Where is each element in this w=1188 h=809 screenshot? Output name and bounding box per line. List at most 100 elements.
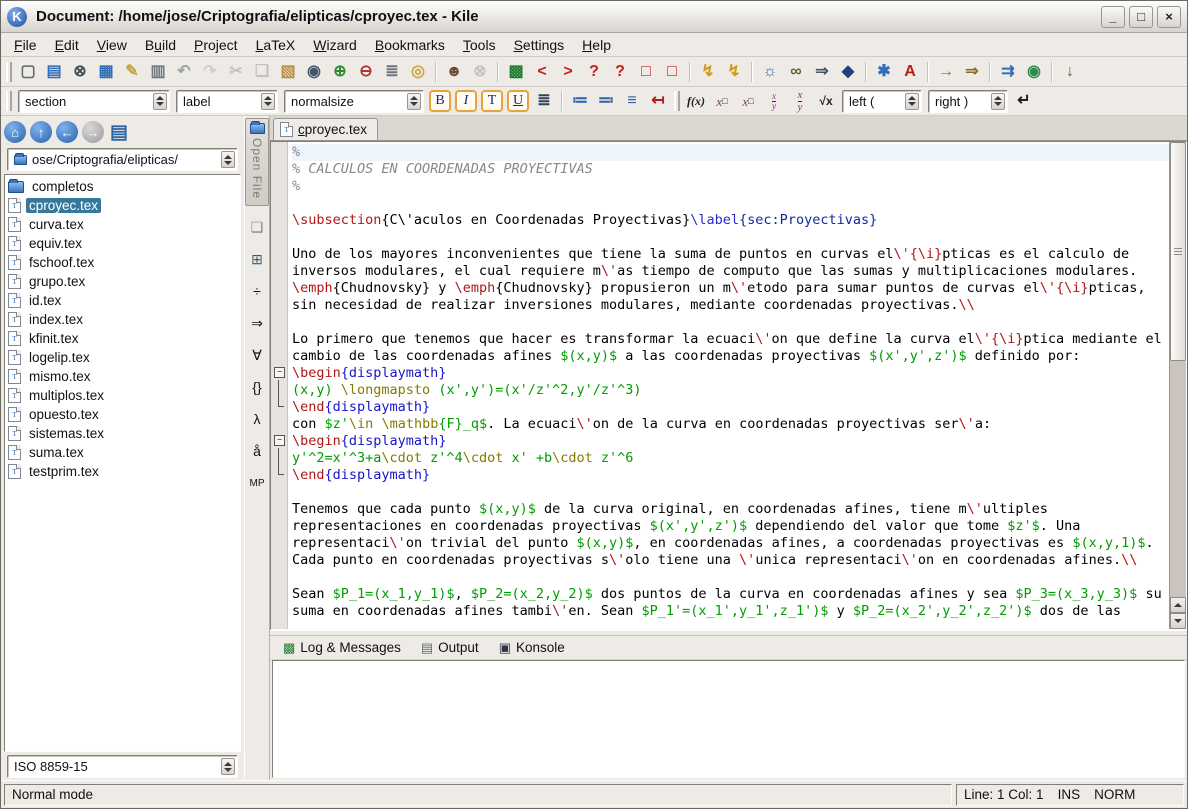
itemize-button[interactable]: ≔: [567, 89, 593, 113]
quickbuild-button[interactable]: ↯: [695, 60, 721, 84]
latex-compile-button[interactable]: ☼: [757, 60, 783, 84]
fold-margin[interactable]: [271, 142, 288, 629]
open-folder-button[interactable]: ▤: [108, 121, 130, 143]
next-warning-button[interactable]: ?: [607, 60, 633, 84]
tab-math-operators[interactable]: ÷: [246, 280, 268, 302]
view-dvi-button[interactable]: ∞: [783, 60, 809, 84]
scrollbar-thumb[interactable]: [1170, 142, 1186, 361]
forward-search-button[interactable]: ↓: [1057, 60, 1083, 84]
ps-to-pdf-button[interactable]: ⇒: [959, 60, 985, 84]
up-button[interactable]: ↑: [30, 121, 52, 143]
build-and-view-button[interactable]: ↯: [721, 60, 747, 84]
kghostview-button[interactable]: ◆: [835, 60, 861, 84]
fold-marker[interactable]: [271, 363, 287, 380]
tab-files-projects[interactable]: ❏: [246, 216, 268, 238]
previous-badbox-button[interactable]: □: [633, 60, 659, 84]
menu-build[interactable]: Build: [136, 35, 185, 55]
file-item-testprim-tex[interactable]: Ttestprim.tex: [6, 462, 239, 481]
maximize-button[interactable]: □: [1129, 6, 1153, 28]
file-item-cproyec-tex[interactable]: Tcproyec.tex: [6, 196, 239, 215]
menu-edit[interactable]: Edit: [46, 35, 88, 55]
combo-arrows-icon[interactable]: [221, 758, 235, 775]
file-item-equiv-tex[interactable]: Tequiv.tex: [6, 234, 239, 253]
center-text-button[interactable]: ≣: [531, 89, 557, 113]
list-item-button[interactable]: ↤: [645, 89, 671, 113]
back-button[interactable]: ←: [56, 121, 78, 143]
left-delimiter-combo[interactable]: left (: [842, 90, 922, 113]
previous-error-button[interactable]: <: [529, 60, 555, 84]
minimize-button[interactable]: _: [1101, 6, 1125, 28]
bibtex-button[interactable]: ⇉: [995, 60, 1021, 84]
tab-arrow-symbols[interactable]: ⇒: [246, 312, 268, 334]
right-delimiter-combo[interactable]: right ): [928, 90, 1008, 113]
path-combo[interactable]: ose/Criptografia/elipticas/: [7, 148, 238, 171]
paste-button[interactable]: ▧: [275, 60, 301, 84]
new-document-button[interactable]: ▢: [15, 60, 41, 84]
next-badbox-button[interactable]: □: [659, 60, 685, 84]
tab-open-file[interactable]: Open File: [245, 118, 269, 206]
fold-marker[interactable]: [271, 431, 287, 448]
tab-log-messages[interactable]: ▩Log & Messages: [274, 638, 410, 658]
file-item-sistemas-tex[interactable]: Tsistemas.tex: [6, 424, 239, 443]
tab-output[interactable]: ▤Output: [412, 638, 488, 658]
undo-button[interactable]: ↶: [171, 60, 197, 84]
fold-marker[interactable]: [271, 397, 287, 414]
goto-line-button[interactable]: ≣: [379, 60, 405, 84]
scrollbar-track[interactable]: [1170, 361, 1186, 597]
open-file-button[interactable]: ▤: [41, 60, 67, 84]
editor-scrollbar[interactable]: [1169, 142, 1186, 629]
file-item-mismo-tex[interactable]: Tmismo.tex: [6, 367, 239, 386]
text-area[interactable]: %% CALCULOS EN COORDENADAS PROYECTIVAS% …: [288, 142, 1169, 629]
fold-marker[interactable]: [271, 448, 287, 465]
sqrt-button[interactable]: √x: [813, 89, 839, 113]
home-button[interactable]: ⌂: [4, 121, 26, 143]
combo-arrows-icon[interactable]: [261, 93, 275, 110]
scroll-down-button[interactable]: [1170, 613, 1186, 629]
view-log-button[interactable]: ▩: [503, 60, 529, 84]
find-next-button[interactable]: ⊕: [327, 60, 353, 84]
close-button[interactable]: ×: [1157, 6, 1181, 28]
tab-structure[interactable]: ⊞: [246, 248, 268, 270]
watch-file-button[interactable]: ☻: [441, 60, 467, 84]
menu-bookmarks[interactable]: Bookmarks: [366, 35, 454, 55]
enumerate-button[interactable]: ≕: [593, 89, 619, 113]
combo-arrows-icon[interactable]: [991, 93, 1005, 110]
bold-button[interactable]: B: [429, 90, 451, 112]
file-item-multiplos-tex[interactable]: Tmultiplos.tex: [6, 386, 239, 405]
file-item-index-tex[interactable]: Tindex.tex: [6, 310, 239, 329]
menu-wizard[interactable]: Wizard: [304, 35, 366, 55]
tab-delimiters[interactable]: {}: [246, 376, 268, 398]
tab-metapost[interactable]: MP: [246, 472, 268, 494]
editor-tab-cproyec[interactable]: T cproyec.tex: [273, 118, 378, 140]
file-item-kfinit-tex[interactable]: Tkfinit.tex: [6, 329, 239, 348]
menu-latex[interactable]: LaTeX: [247, 35, 305, 55]
menu-view[interactable]: View: [88, 35, 136, 55]
structure-combo[interactable]: section: [18, 90, 170, 113]
newline-button[interactable]: ↵: [1011, 89, 1037, 113]
tab-konsole[interactable]: ▣Konsole: [490, 638, 574, 658]
description-button[interactable]: ≡: [619, 89, 645, 113]
file-item-id-tex[interactable]: Tid.tex: [6, 291, 239, 310]
save-as-button[interactable]: ✎: [119, 60, 145, 84]
superscript-button[interactable]: x□: [735, 89, 761, 113]
italic-button[interactable]: I: [455, 90, 477, 112]
menu-project[interactable]: Project: [185, 35, 247, 55]
tab-relation-symbols[interactable]: ∀: [246, 344, 268, 366]
menu-file[interactable]: File: [5, 35, 46, 55]
math-mode-button[interactable]: f(x): [683, 89, 709, 113]
log-messages-view[interactable]: [272, 660, 1185, 778]
menu-tools[interactable]: Tools: [454, 35, 505, 55]
print-button[interactable]: ▥: [145, 60, 171, 84]
combo-arrows-icon[interactable]: [905, 93, 919, 110]
file-item-logelip-tex[interactable]: Tlogelip.tex: [6, 348, 239, 367]
scroll-up-button[interactable]: [1170, 597, 1186, 613]
tab-special-chars[interactable]: å: [246, 440, 268, 462]
dvi-to-pdf-button[interactable]: →: [933, 60, 959, 84]
encoding-combo[interactable]: ISO 8859-15: [7, 755, 238, 778]
titlebar[interactable]: K Document: /home/jose/Criptografia/elip…: [1, 1, 1187, 33]
view-html-button[interactable]: ◉: [1021, 60, 1047, 84]
menu-settings[interactable]: Settings: [505, 35, 574, 55]
find-previous-button[interactable]: ⊖: [353, 60, 379, 84]
subscript-button[interactable]: x□: [709, 89, 735, 113]
previous-warning-button[interactable]: ?: [581, 60, 607, 84]
